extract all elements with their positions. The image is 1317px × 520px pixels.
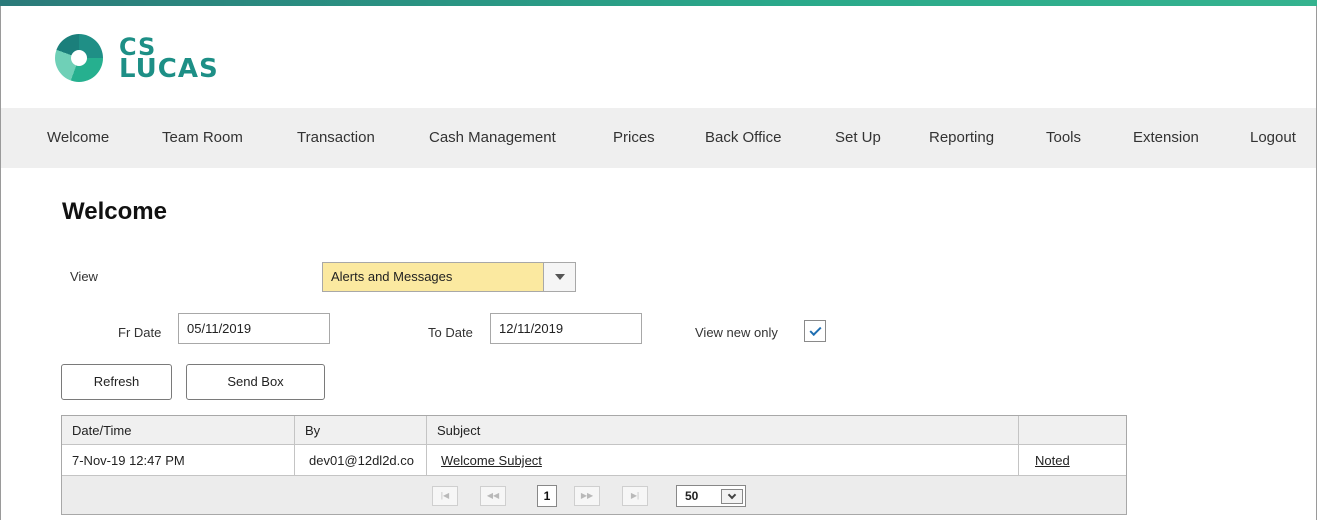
caret-down-icon [554, 274, 565, 280]
column-header-by[interactable]: By [295, 416, 427, 444]
refresh-button[interactable]: Refresh [61, 364, 172, 400]
to-date-input[interactable]: 12/11/2019 [490, 313, 642, 344]
logo-icon [55, 34, 103, 82]
checkmark-icon [808, 323, 822, 336]
view-select-value: Alerts and Messages [331, 269, 453, 284]
nav-item-transaction[interactable]: Transaction [297, 108, 375, 168]
cell-action: Noted [1019, 445, 1126, 475]
dropdown-button[interactable] [543, 263, 575, 291]
to-date-label: To Date [428, 325, 473, 340]
nav-item-tools[interactable]: Tools [1046, 108, 1081, 168]
nav-item-cash-management[interactable]: Cash Management [429, 108, 556, 168]
brand-line-2: LUCAS [119, 54, 219, 84]
nav-item-welcome[interactable]: Welcome [47, 108, 109, 168]
cell-datetime: 7-Nov-19 12:47 PM [62, 445, 295, 475]
prev-page-button[interactable]: ◀◀ [480, 486, 506, 506]
nav-item-reporting[interactable]: Reporting [929, 108, 994, 168]
page-size-value: 50 [685, 489, 699, 503]
page-title: Welcome [62, 198, 167, 225]
nav-item-logout[interactable]: Logout [1250, 108, 1296, 168]
table-row[interactable]: 7-Nov-19 12:47 PM dev01@12dl2d.co Welcom… [62, 445, 1126, 476]
view-label: View [70, 269, 98, 284]
column-header-subject[interactable]: Subject [427, 416, 1019, 444]
nav-item-prices[interactable]: Prices [613, 108, 655, 168]
page-size-select[interactable]: 50 [676, 485, 746, 507]
cell-by: dev01@12dl2d.co [295, 445, 427, 475]
messages-table: Date/Time By Subject 7-Nov-19 12:47 PM d… [61, 415, 1127, 515]
current-page-number[interactable]: 1 [537, 485, 557, 507]
cell-subject: Welcome Subject [427, 445, 1019, 475]
nav-item-extension[interactable]: Extension [1133, 108, 1199, 168]
main-nav: Welcome Team Room Transaction Cash Manag… [1, 108, 1316, 168]
brand-name: CS LUCAS [119, 35, 219, 84]
top-accent-bar [0, 0, 1317, 6]
nav-item-team-room[interactable]: Team Room [162, 108, 243, 168]
view-new-only-label: View new only [695, 325, 778, 340]
pagination-bar: |◀ ◀◀ 1 ▶▶ ▶| 50 [62, 476, 1126, 514]
next-page-button[interactable]: ▶▶ [574, 486, 600, 506]
column-header-action [1019, 416, 1126, 444]
chevron-down-icon[interactable] [721, 489, 743, 504]
nav-item-back-office[interactable]: Back Office [705, 108, 781, 168]
send-box-button[interactable]: Send Box [186, 364, 325, 400]
first-page-button[interactable]: |◀ [432, 486, 458, 506]
last-page-button[interactable]: ▶| [622, 486, 648, 506]
from-date-input[interactable]: 05/11/2019 [178, 313, 330, 344]
subject-link[interactable]: Welcome Subject [441, 453, 542, 468]
brand-logo[interactable]: CS LUCAS [55, 26, 219, 90]
noted-link[interactable]: Noted [1035, 453, 1070, 468]
table-header: Date/Time By Subject [62, 416, 1126, 445]
view-new-only-checkbox[interactable] [804, 320, 826, 342]
column-header-datetime[interactable]: Date/Time [62, 416, 295, 444]
from-date-label: Fr Date [118, 325, 162, 340]
view-select[interactable]: Alerts and Messages [322, 262, 576, 292]
nav-item-set-up[interactable]: Set Up [835, 108, 881, 168]
